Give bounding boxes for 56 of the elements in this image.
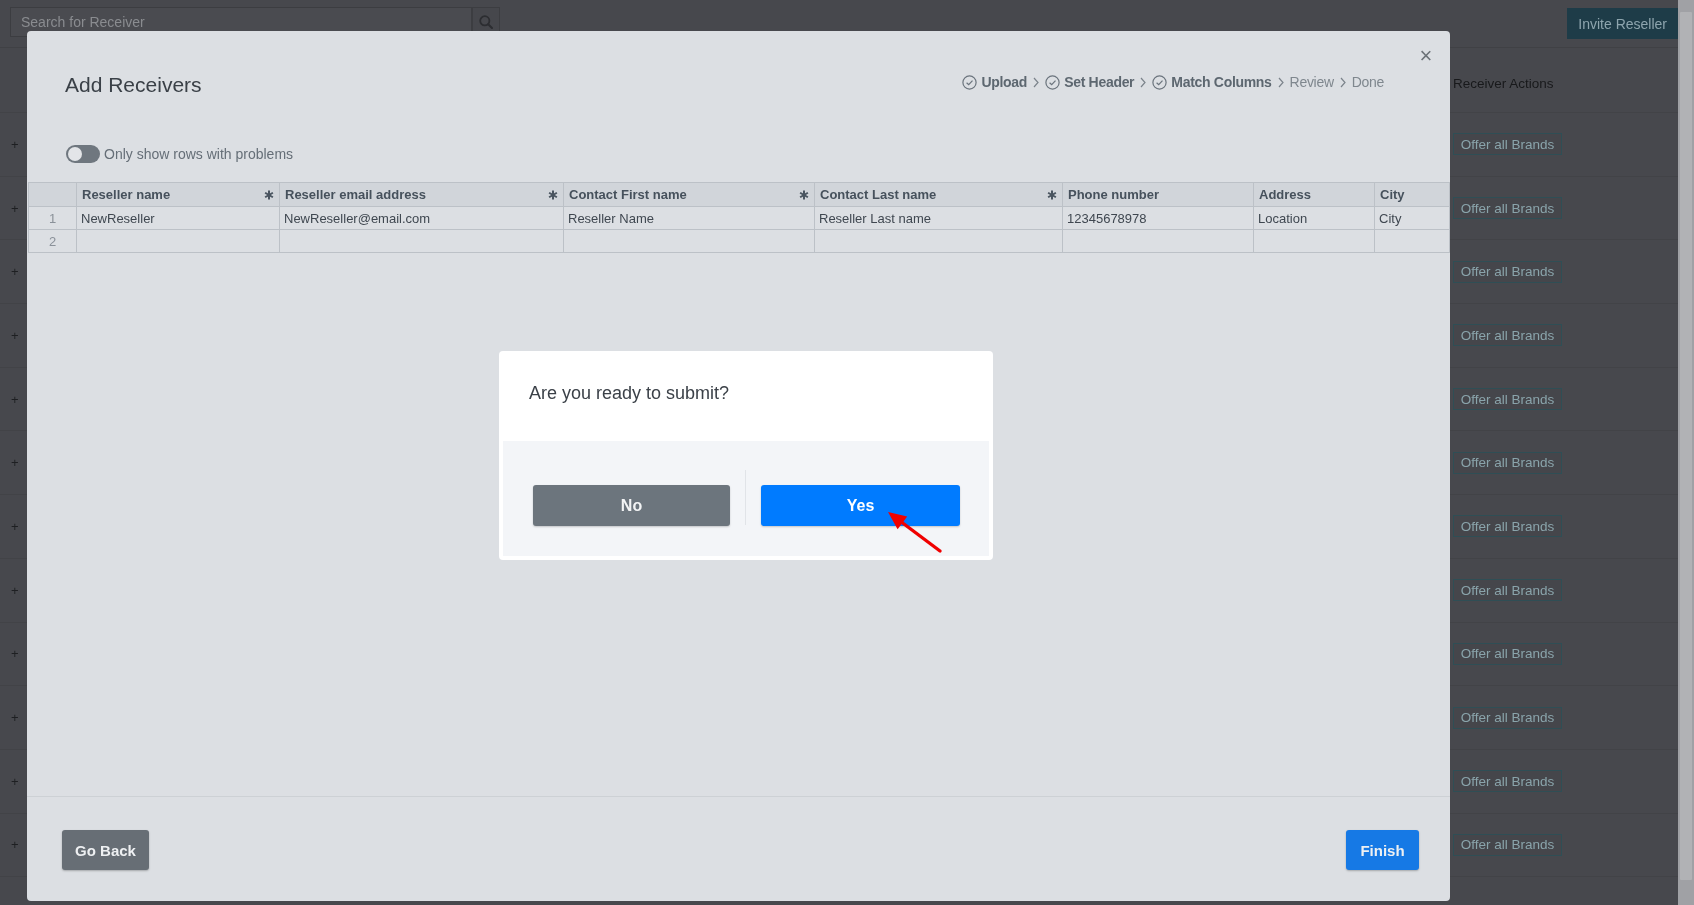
row-number: 1: [28, 206, 77, 230]
table-cell[interactable]: [814, 229, 1063, 253]
offer-brands-button[interactable]: Offer all Brands: [1453, 642, 1562, 665]
chevron-right-icon: [1339, 76, 1346, 88]
toggle-switch[interactable]: [66, 145, 100, 163]
offer-brands-button[interactable]: Offer all Brands: [1453, 770, 1562, 793]
offer-brands-button[interactable]: Offer all Brands: [1453, 388, 1562, 411]
invite-reseller-button[interactable]: Invite Reseller: [1567, 8, 1678, 39]
table-cell[interactable]: [279, 229, 564, 253]
offer-brands-button[interactable]: Offer all Brands: [1453, 260, 1562, 283]
go-back-button[interactable]: Go Back: [62, 830, 149, 870]
offer-brands-button[interactable]: Offer all Brands: [1453, 324, 1562, 347]
offer-brands-button[interactable]: Offer all Brands: [1453, 833, 1562, 856]
close-button[interactable]: ×: [1417, 45, 1435, 67]
offer-brands-button[interactable]: Offer all Brands: [1453, 451, 1562, 474]
table-cell[interactable]: [1062, 229, 1254, 253]
table-cell[interactable]: [563, 229, 815, 253]
table-cell[interactable]: Reseller Last name: [814, 206, 1063, 230]
column-header: Address: [1259, 187, 1312, 202]
table-cell[interactable]: [1374, 229, 1450, 253]
search-icon: [479, 15, 493, 29]
offer-brands-button[interactable]: Offer all Brands: [1453, 579, 1562, 602]
scrollbar[interactable]: [1678, 0, 1694, 905]
column-header: Reseller email address: [285, 187, 426, 202]
column-header: Phone number: [1068, 187, 1159, 202]
table-cell[interactable]: Location: [1253, 206, 1375, 230]
chevron-right-icon: [1277, 76, 1284, 88]
column-header: Reseller name: [82, 187, 171, 202]
column-header: Contact Last name: [820, 187, 937, 202]
confirm-button[interactable]: Yes: [761, 485, 960, 526]
step-label: Review: [1289, 73, 1334, 92]
step-label: Upload: [981, 73, 1028, 92]
offer-brands-button[interactable]: Offer all Brands: [1453, 133, 1562, 156]
offer-brands-button[interactable]: Offer all Brands: [1453, 515, 1562, 538]
cancel-button[interactable]: No: [533, 485, 730, 526]
step-label: Match Columns: [1171, 73, 1272, 92]
table-cell[interactable]: City: [1374, 206, 1450, 230]
table-cell[interactable]: NewReseller@email.com: [279, 206, 564, 230]
table-cell[interactable]: [1253, 229, 1375, 253]
dialog-question: Are you ready to submit?: [528, 381, 731, 405]
column-header: Contact First name: [569, 187, 687, 202]
table-cell[interactable]: 12345678978: [1062, 206, 1254, 230]
table-cell[interactable]: NewReseller: [76, 206, 280, 230]
offer-brands-button[interactable]: Offer all Brands: [1453, 706, 1562, 729]
step-label: Done: [1351, 73, 1384, 92]
step-label: Set Header: [1064, 73, 1135, 92]
toggle-label: Only show rows with problems: [104, 146, 294, 162]
finish-button[interactable]: Finish: [1346, 830, 1419, 870]
chevron-right-icon: [1033, 76, 1040, 88]
row-number: 2: [28, 229, 77, 253]
column-header: City: [1380, 187, 1405, 202]
modal-title: Add Receivers: [65, 72, 202, 98]
table-cell[interactable]: Reseller Name: [563, 206, 815, 230]
offer-brands-button[interactable]: Offer all Brands: [1453, 197, 1562, 220]
chevron-right-icon: [1140, 76, 1147, 88]
table-cell[interactable]: [76, 229, 280, 253]
